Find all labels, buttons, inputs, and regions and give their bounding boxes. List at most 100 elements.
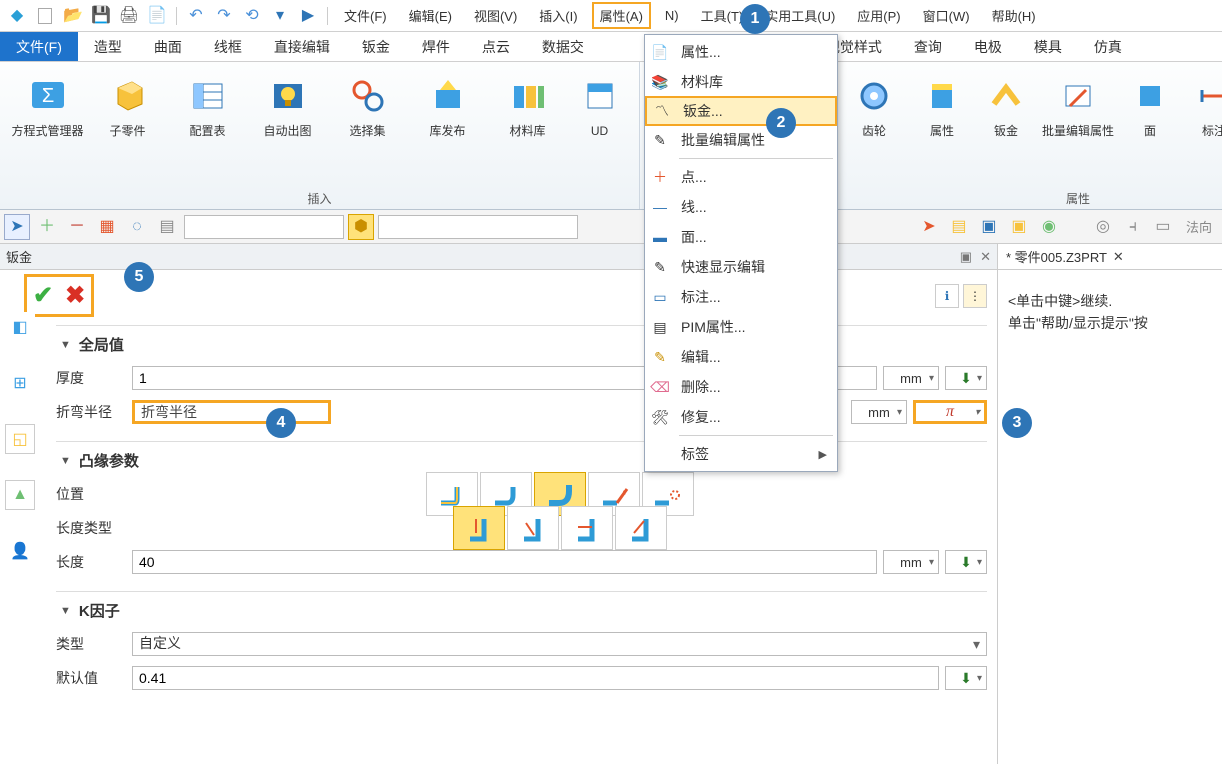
- view1-icon[interactable]: ▣: [976, 214, 1002, 240]
- menu-item-point[interactable]: ＋点...: [645, 162, 837, 192]
- lentype-opt-2[interactable]: [507, 506, 559, 550]
- ribbon-tab-query[interactable]: 查询: [898, 32, 958, 61]
- menu-item-line[interactable]: ―线...: [645, 192, 837, 222]
- face-button[interactable]: 面: [1122, 66, 1178, 138]
- bend-radius-input[interactable]: [132, 400, 331, 424]
- menu-file[interactable]: 文件(F): [336, 2, 395, 29]
- ud-button[interactable]: UD: [572, 66, 628, 138]
- ribbon-tab-mold[interactable]: 模具: [1018, 32, 1078, 61]
- gear-button[interactable]: 齿轮: [846, 66, 902, 138]
- play-icon[interactable]: ▶: [297, 5, 319, 27]
- lentype-opt-3[interactable]: [561, 506, 613, 550]
- k-type-select[interactable]: 自定义 ▾: [132, 632, 987, 656]
- select-set-button[interactable]: 选择集: [332, 66, 404, 138]
- menu-partial-n[interactable]: N): [657, 4, 687, 27]
- arrow-tool-icon[interactable]: ➤: [916, 214, 942, 240]
- marquee-icon[interactable]: ▦: [94, 214, 120, 240]
- menu-item-batch-edit[interactable]: ✎批量编辑属性: [645, 125, 837, 155]
- length-unit[interactable]: mm: [883, 550, 939, 574]
- config-table-button[interactable]: 配置表: [172, 66, 244, 138]
- ribbon-tab-file[interactable]: 文件(F): [0, 32, 78, 61]
- side-image-icon[interactable]: ▲: [5, 480, 35, 510]
- side-cube-icon[interactable]: ◧: [5, 312, 35, 342]
- menu-item-pim[interactable]: ▤PIM属性...: [645, 312, 837, 342]
- length-menu-icon[interactable]: ⬇: [945, 550, 987, 574]
- ribbon-tab-direct[interactable]: 直接编辑: [258, 32, 346, 61]
- annot-button[interactable]: 标注: [1186, 66, 1222, 138]
- ok-icon[interactable]: ✔: [33, 281, 53, 310]
- rect-icon[interactable]: ▭: [1150, 214, 1176, 240]
- caliper-icon[interactable]: ⫞: [1120, 214, 1146, 240]
- menu-item-material-lib[interactable]: 📚材料库: [645, 67, 837, 97]
- ribbon-tab-weld[interactable]: 焊件: [406, 32, 466, 61]
- bend-radius-unit[interactable]: mm: [851, 400, 907, 424]
- batch-edit-button[interactable]: 批量编辑属性: [1042, 66, 1114, 138]
- document-tab-title[interactable]: * 零件005.Z3PRT: [1006, 247, 1107, 266]
- menu-item-edit[interactable]: ✎编辑...: [645, 342, 837, 372]
- view2-icon[interactable]: ▣: [1006, 214, 1032, 240]
- info-icon[interactable]: ℹ: [935, 284, 959, 308]
- panel-close-icon[interactable]: ✕: [980, 249, 991, 265]
- menu-apps[interactable]: 应用(P): [849, 2, 908, 29]
- view3-icon[interactable]: ◉: [1036, 214, 1062, 240]
- ribbon-tab-dataex[interactable]: 数据交: [526, 32, 600, 61]
- ribbon-tab-wire[interactable]: 线框: [198, 32, 258, 61]
- menu-window[interactable]: 窗口(W): [915, 2, 978, 29]
- print-icon[interactable]: 🖨: [118, 5, 140, 27]
- auto-draw-button[interactable]: 自动出图: [252, 66, 324, 138]
- menu-item-tags[interactable]: 标签▶: [645, 439, 837, 469]
- menu-item-repair[interactable]: 🛠修复...: [645, 402, 837, 432]
- redo-icon[interactable]: ↷: [213, 5, 235, 27]
- lentype-opt-4[interactable]: [615, 506, 667, 550]
- side-user-icon[interactable]: 👤: [5, 536, 35, 566]
- print-preview-icon[interactable]: 📄: [146, 5, 168, 27]
- k-default-menu-icon[interactable]: ⬇: [945, 666, 987, 690]
- compass-icon[interactable]: ◎: [1090, 214, 1116, 240]
- material-lib-button[interactable]: 材料库: [492, 66, 564, 138]
- filter-icon[interactable]: ▤: [154, 214, 180, 240]
- menu-view[interactable]: 视图(V): [466, 2, 525, 29]
- undo-icon[interactable]: ↶: [185, 5, 207, 27]
- side-tree-icon[interactable]: ⊞: [5, 368, 35, 398]
- filter-combo[interactable]: [184, 215, 344, 239]
- minus-icon[interactable]: －: [64, 214, 90, 240]
- dropdown-icon[interactable]: ▾: [269, 5, 291, 27]
- menu-utilities[interactable]: 实用工具(U): [757, 2, 843, 29]
- menu-item-annotation[interactable]: ▭标注...: [645, 282, 837, 312]
- panel-restore-icon[interactable]: ▣: [960, 249, 972, 265]
- ribbon-tab-sim[interactable]: 仿真: [1078, 32, 1138, 61]
- filter-combo-2[interactable]: [378, 215, 578, 239]
- cancel-icon[interactable]: ✖: [65, 281, 85, 310]
- ribbon-tab-surface[interactable]: 曲面: [138, 32, 198, 61]
- menu-edit[interactable]: 编辑(E): [401, 2, 460, 29]
- sub-part-button[interactable]: 子零件: [92, 66, 164, 138]
- thickness-unit[interactable]: mm: [883, 366, 939, 390]
- menu-item-face[interactable]: ▬面...: [645, 222, 837, 252]
- lentype-opt-1[interactable]: [453, 506, 505, 550]
- thickness-menu-icon[interactable]: ⬇: [945, 366, 987, 390]
- ribbon-tab-sheetmetal[interactable]: 钣金: [346, 32, 406, 61]
- k-default-input[interactable]: [132, 666, 939, 690]
- package-icon[interactable]: ⬢: [348, 214, 374, 240]
- new-icon[interactable]: [34, 5, 56, 27]
- refresh-icon[interactable]: ⟲: [241, 5, 263, 27]
- menu-item-delete[interactable]: ⌫删除...: [645, 372, 837, 402]
- length-input[interactable]: [132, 550, 877, 574]
- menu-attributes[interactable]: 属性(A): [592, 2, 651, 29]
- save-icon[interactable]: 💾: [90, 5, 112, 27]
- ribbon-tab-shape[interactable]: 造型: [78, 32, 138, 61]
- menu-item-quick-display[interactable]: ✎快速显示编辑: [645, 252, 837, 282]
- side-box-icon[interactable]: ◱: [5, 424, 35, 454]
- section-k-factor[interactable]: K因子: [56, 591, 987, 627]
- attr-button[interactable]: 属性: [914, 66, 970, 138]
- marquee-dotted-icon[interactable]: ◌: [124, 214, 150, 240]
- ribbon-tab-electrode[interactable]: 电极: [958, 32, 1018, 61]
- menu-help[interactable]: 帮助(H): [984, 2, 1044, 29]
- open-icon[interactable]: 📂: [62, 5, 84, 27]
- menu-item-properties[interactable]: 📄属性...: [645, 37, 837, 67]
- cursor-tool-icon[interactable]: ➤: [4, 214, 30, 240]
- options-icon[interactable]: ⋮: [963, 284, 987, 308]
- equation-manager-button[interactable]: Σ 方程式管理器: [12, 66, 84, 138]
- menu-insert[interactable]: 插入(I): [531, 2, 585, 29]
- add-icon[interactable]: ＋: [34, 214, 60, 240]
